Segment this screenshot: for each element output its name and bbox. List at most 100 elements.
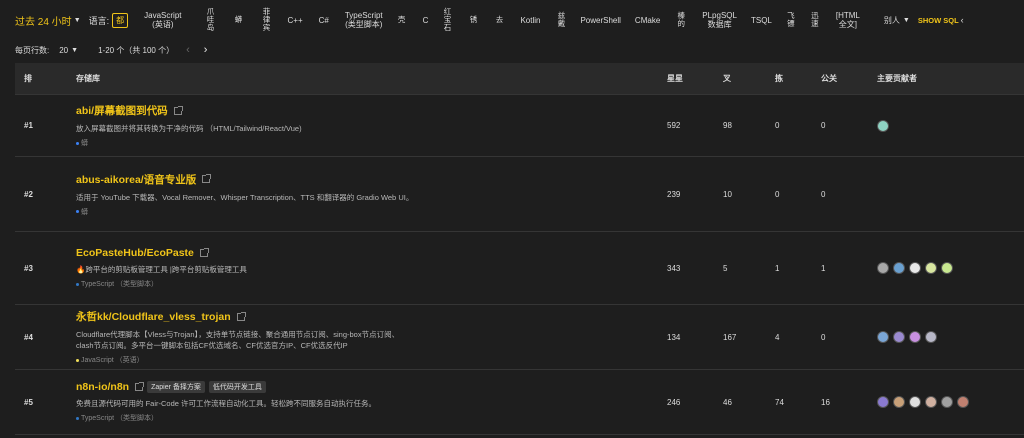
row-rank: #4 xyxy=(24,332,33,342)
repo-link[interactable]: 永哲kk/Cloudflare_vless_trojan xyxy=(76,309,667,324)
avatar[interactable] xyxy=(877,119,889,132)
more-languages-select[interactable]: 别人 ▼ xyxy=(884,15,910,26)
topic-tag[interactable]: Zapier 备择方案 xyxy=(147,381,205,393)
avatar[interactable] xyxy=(909,331,921,343)
next-page-button[interactable]: › xyxy=(204,44,208,56)
language-dot-icon xyxy=(76,141,79,145)
repo-link[interactable]: abus-aikorea/语音专业版 xyxy=(76,172,667,187)
row-merges: 0 xyxy=(775,189,780,199)
language-option[interactable]: TypeScript (类型脚本) xyxy=(345,11,383,29)
language-option[interactable]: CMake xyxy=(635,16,660,25)
language-option[interactable]: 迅速 xyxy=(810,12,820,28)
repo-name[interactable]: abi/屏幕截图到代码 xyxy=(76,103,168,118)
avatar[interactable] xyxy=(893,262,905,274)
rows-per-page-label: 每页行数: xyxy=(15,45,50,55)
avatar[interactable] xyxy=(877,331,889,343)
avatar[interactable] xyxy=(957,396,969,408)
repo-link[interactable]: abi/屏幕截图到代码 xyxy=(76,103,667,118)
repo-description: 适用于 YouTube 下载器、Vocal Remover、Whisper Tr… xyxy=(76,192,414,202)
repo-name[interactable]: 永哲kk/Cloudflare_vless_trojan xyxy=(76,309,231,324)
header-repo[interactable]: 存储库 xyxy=(76,73,667,84)
external-link-icon[interactable] xyxy=(173,105,183,115)
avatar[interactable] xyxy=(941,396,953,408)
repo-description: 免费且源代码可用的 Fair-Code 许可工作流程自动化工具。轻松跨不同服务自… xyxy=(76,399,377,408)
avatar[interactable] xyxy=(941,262,953,274)
avatar[interactable] xyxy=(925,396,937,408)
external-link-icon[interactable] xyxy=(202,174,212,183)
header-rank[interactable]: 排 xyxy=(15,73,76,84)
language-option[interactable]: JavaScript (英语) xyxy=(144,11,181,29)
header-issues[interactable]: 公关 xyxy=(821,73,877,84)
repo-description: 放入屏幕截图并将其转换为干净的代码 （HTML/Tailwind/React/V… xyxy=(76,124,302,133)
header-merges[interactable]: 拣 xyxy=(775,73,821,84)
language-option[interactable]: 壳 xyxy=(397,16,407,24)
row-rank: #5 xyxy=(24,397,33,407)
language-option[interactable]: 红宝石 xyxy=(442,8,452,32)
language-option[interactable]: C++ xyxy=(288,16,303,25)
row-merges: 1 xyxy=(775,263,780,273)
rows-per-page-select[interactable]: 20 ▼ xyxy=(59,46,78,55)
repo-link[interactable]: n8n-io/n8n Zapier 备择方案 低代码开发工具 xyxy=(76,381,667,393)
language-option[interactable]: PLpgSQL 数据库 xyxy=(702,11,737,29)
repo-language: 蟒 xyxy=(76,138,667,148)
table-row: #4 永哲kk/Cloudflare_vless_trojan Cloudflare… xyxy=(15,305,1024,370)
repo-language-label: TypeScript （类型脚本） xyxy=(81,281,159,288)
external-link-icon[interactable] xyxy=(135,382,145,391)
time-range-select[interactable]: 过去 24 小时 ▼ xyxy=(15,13,81,28)
repo-name[interactable]: EcoPasteHub/EcoPaste xyxy=(76,247,194,259)
table-row: #3 EcoPasteHub/EcoPaste 🔥跨平台的剪贴板管理工具 |跨平台剪… xyxy=(15,232,1024,305)
chevron-left-icon[interactable]: ‹ xyxy=(961,15,964,25)
topic-tag[interactable]: 低代码开发工具 xyxy=(208,381,266,393)
row-contributors xyxy=(877,262,1024,274)
language-option[interactable]: Kotlin xyxy=(520,16,540,25)
language-option[interactable]: C xyxy=(423,16,429,25)
language-option[interactable]: 蟒 xyxy=(234,16,244,24)
avatar[interactable] xyxy=(877,396,889,408)
repo-language: TypeScript （类型脚本） xyxy=(76,279,667,289)
language-option[interactable]: 榛的 xyxy=(676,12,686,28)
external-link-icon[interactable] xyxy=(236,311,246,321)
avatar[interactable] xyxy=(925,331,937,343)
repo-name[interactable]: abus-aikorea/语音专业版 xyxy=(76,172,196,187)
language-option[interactable]: C# xyxy=(319,16,329,25)
row-repo: abus-aikorea/语音专业版适用于 YouTube 下载器、Vocal … xyxy=(76,172,667,217)
row-rank: #1 xyxy=(24,121,33,130)
avatar[interactable] xyxy=(893,396,905,408)
table-row: #2 abus-aikorea/语音专业版 适用于 YouTube 下载器、Voca… xyxy=(15,157,1024,232)
external-link-icon[interactable] xyxy=(199,248,209,257)
row-forks: 5 xyxy=(723,263,728,273)
row-repo: EcoPasteHub/EcoPaste 🔥跨平台的剪贴板管理工具 |跨平台剪贴板… xyxy=(76,247,667,289)
row-stars: 239 xyxy=(667,189,681,199)
avatar[interactable] xyxy=(925,262,937,274)
repo-name[interactable]: n8n-io/n8n xyxy=(76,381,129,393)
language-option[interactable]: 爪哇岛 xyxy=(206,8,216,32)
show-sql-button[interactable]: SHOW SQL xyxy=(918,16,959,25)
header-stars[interactable]: 星星 xyxy=(667,73,723,84)
language-option[interactable]: [HTML 全文] xyxy=(836,11,860,29)
repo-language-label: TypeScript （类型脚本） xyxy=(81,415,159,422)
language-option[interactable]: 菲律宾 xyxy=(262,8,272,32)
previous-page-button[interactable]: ‹ xyxy=(186,44,190,56)
language-option[interactable]: 兹戴 xyxy=(556,12,566,28)
avatar[interactable] xyxy=(909,396,921,408)
avatar[interactable] xyxy=(893,331,905,343)
row-rank: #3 xyxy=(24,263,33,273)
language-option[interactable]: 去 xyxy=(494,16,504,24)
language-all-button[interactable]: 都 xyxy=(112,12,129,28)
avatar[interactable] xyxy=(877,262,889,274)
row-issues: 0 xyxy=(821,121,826,130)
language-option[interactable]: 锈 xyxy=(468,16,478,24)
language-option[interactable]: 飞镖 xyxy=(786,12,796,28)
row-issues: 1 xyxy=(821,263,826,273)
repo-language: 蟒 xyxy=(76,207,667,217)
row-repo: 永哲kk/Cloudflare_vless_trojan Cloudflare代理… xyxy=(76,309,667,365)
language-option[interactable]: PowerShell xyxy=(580,16,620,25)
header-forks[interactable]: 叉 xyxy=(723,73,775,84)
language-option[interactable]: TSQL xyxy=(751,16,772,25)
repo-link[interactable]: EcoPasteHub/EcoPaste xyxy=(76,247,667,259)
avatar[interactable] xyxy=(909,262,921,274)
row-stars: 246 xyxy=(667,397,681,407)
rows-per-page-value: 20 xyxy=(59,45,69,55)
row-contributors xyxy=(877,119,1024,132)
row-forks: 167 xyxy=(723,332,737,342)
